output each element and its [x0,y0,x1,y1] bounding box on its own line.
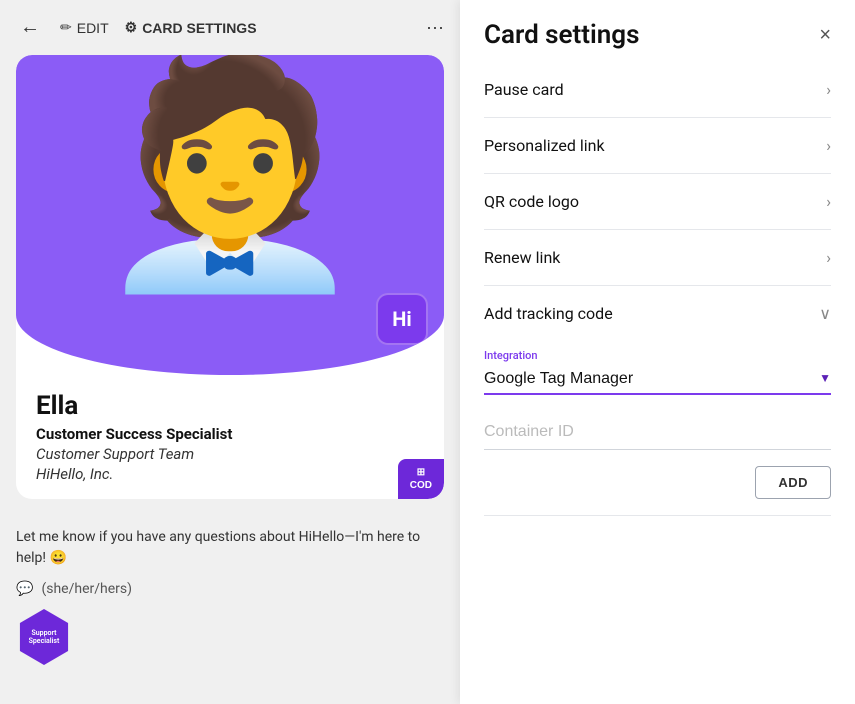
pronouns-text: (she/her/hers) [41,581,132,597]
qr-code-button[interactable]: ⊞ COD [398,459,444,499]
support-badge: SupportSpecialist [16,609,444,665]
top-bar: ← ✏ EDIT ⚙ CARD SETTINGS ··· [0,0,460,55]
profile-card: 🧑‍💼 Hi Ella Customer Success Specialist … [16,55,444,499]
settings-item-personalized[interactable]: Personalized link › [484,118,831,174]
panel-title: Card settings [484,20,639,50]
integration-select[interactable]: Google Tag Manager [484,364,831,395]
settings-item-tracking: Add tracking code ∨ Integration Google T… [484,286,831,516]
close-button[interactable]: × [819,25,831,45]
qr-label: COD [410,480,432,491]
integration-label: Integration [484,349,831,362]
chevron-right-icon-2: › [826,136,831,155]
tracking-header[interactable]: Add tracking code ∨ [484,286,831,341]
settings-list: Pause card › Personalized link › QR code… [460,62,855,704]
settings-item-qr[interactable]: QR code logo › [484,174,831,230]
add-button[interactable]: ADD [755,466,831,499]
personalized-link-label: Personalized link [484,136,605,155]
container-id-input[interactable] [484,415,831,450]
edit-button[interactable]: ✏ EDIT [60,19,109,36]
pronouns-row: 💬 (she/her/hers) [16,581,444,597]
pause-card-label: Pause card [484,80,564,99]
tracking-code-label: Add tracking code [484,304,613,323]
card-settings-button[interactable]: ⚙ CARD SETTINGS [125,19,257,36]
settings-item-renew[interactable]: Renew link › [484,230,831,286]
badge-label: SupportSpecialist [16,609,72,665]
edit-icon: ✏ [60,19,72,36]
panel-header: Card settings × [460,0,855,62]
chevron-right-icon: › [826,80,831,99]
tracking-expanded-content: Integration Google Tag Manager ▼ ADD [484,341,831,515]
job-title: Customer Success Specialist [36,425,424,443]
card-info: Ella Customer Success Specialist Custome… [16,375,444,499]
hi-badge: Hi [376,293,428,345]
settings-item-pause[interactable]: Pause card › [484,62,831,118]
chevron-right-icon-3: › [826,192,831,211]
qr-code-logo-label: QR code logo [484,192,579,211]
renew-link-label: Renew link [484,248,560,267]
more-button[interactable]: ··· [426,17,444,38]
settings-icon: ⚙ [125,19,138,36]
chevron-down-icon: ∨ [819,304,831,323]
right-panel: Card settings × Pause card › Personalize… [460,0,855,704]
company-name: HiHello, Inc. [36,465,424,483]
card-background: 🧑‍💼 Hi [16,55,444,375]
chevron-right-icon-4: › [826,248,831,267]
left-panel: ← ✏ EDIT ⚙ CARD SETTINGS ··· 🧑‍💼 Hi Ella… [0,0,460,704]
edit-label: EDIT [77,20,109,36]
team-name: Customer Support Team [36,445,424,463]
bio-text: Let me know if you have any questions ab… [16,527,444,569]
integration-field: Integration Google Tag Manager ▼ [484,349,831,395]
add-button-row: ADD [484,466,831,499]
back-button[interactable]: ← [16,12,44,43]
person-name: Ella [36,391,424,421]
container-id-field [484,415,831,450]
pronouns-icon: 💬 [16,581,33,597]
qr-icon: ⊞ [417,467,425,478]
profile-content: Let me know if you have any questions ab… [0,515,460,677]
card-settings-label: CARD SETTINGS [142,20,256,36]
